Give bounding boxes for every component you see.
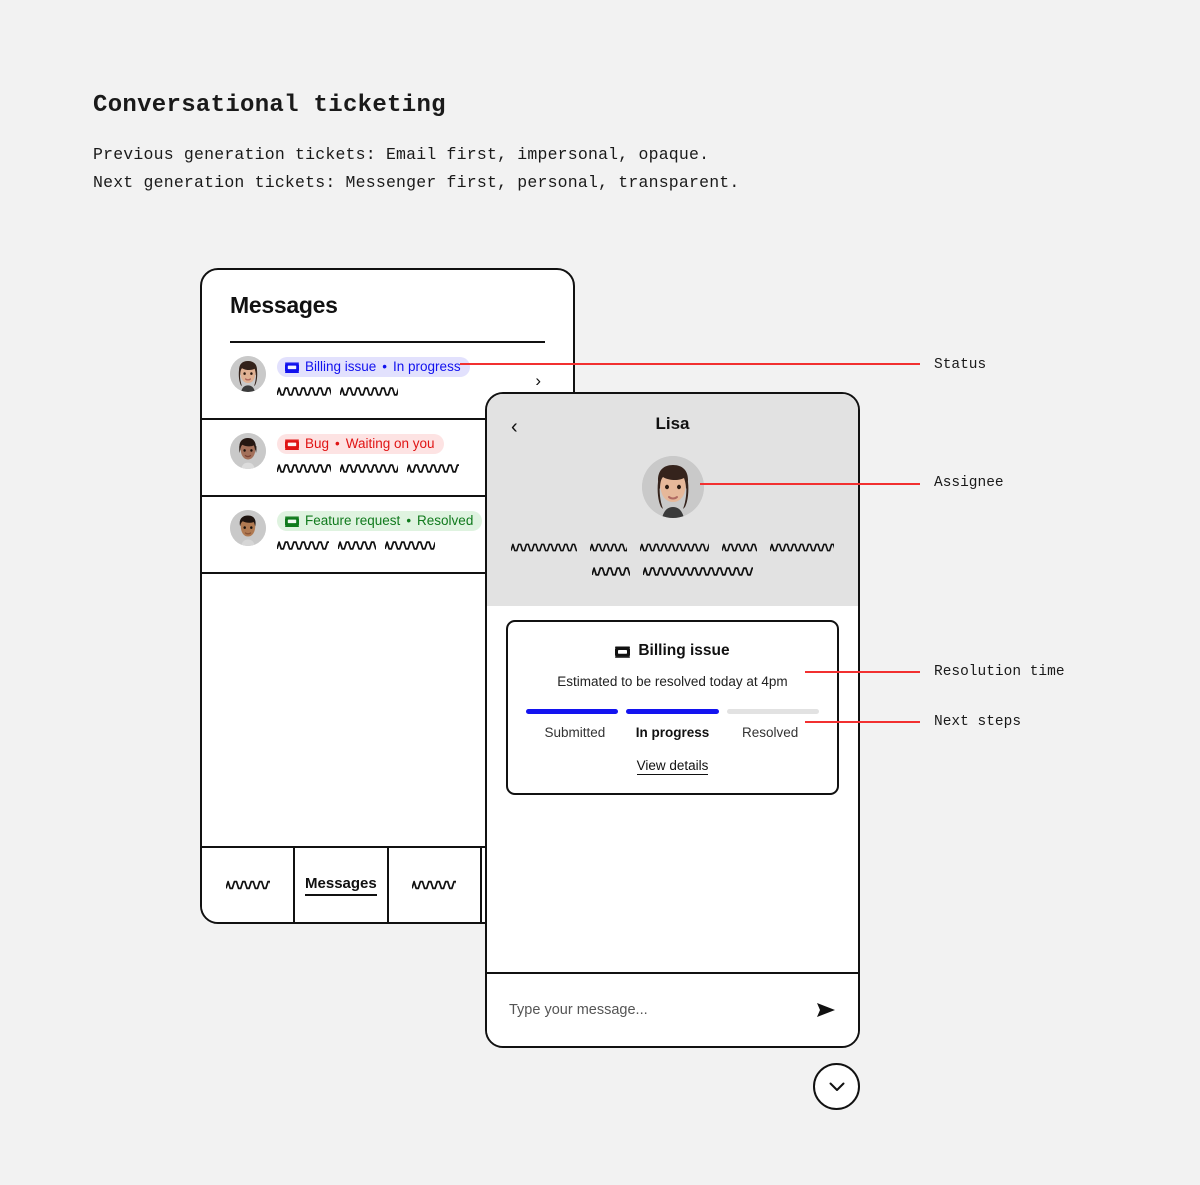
badge-separator: •: [382, 359, 388, 374]
annotation-label: Assignee: [934, 475, 1004, 491]
avatar: [230, 510, 266, 546]
annotation-label: Status: [934, 357, 987, 373]
avatar: [641, 456, 704, 518]
ticket-card-title: Billing issue: [638, 642, 730, 659]
progress-segment-todo: [726, 709, 819, 714]
ticket-status-card: Billing issue Estimated to be resolved t…: [506, 620, 839, 795]
conversation-panel: ‹ Lisa Billing issue Estimated to be res…: [485, 392, 860, 1048]
ticket-progress-steps: Submitted In progress Resolved: [526, 725, 819, 740]
page-subtitle: Previous generation tickets: Email first…: [93, 141, 740, 197]
placeholder-text-line: [511, 540, 835, 556]
badge-type: Feature request: [305, 513, 401, 528]
squiggle-placeholder-icon: [407, 463, 459, 473]
conversation-header: ‹ Lisa: [487, 394, 858, 606]
avatar: [230, 433, 266, 469]
messenger-launcher-button[interactable]: [813, 1063, 860, 1110]
squiggle-placeholder-icon: [643, 567, 753, 576]
nav-item-messages[interactable]: Messages: [295, 848, 389, 922]
nav-item-placeholder-0[interactable]: [202, 848, 296, 922]
status-badge: Bug • Waiting on you: [277, 434, 444, 454]
badge-type: Billing issue: [305, 359, 377, 374]
annotation-leader-line: [805, 721, 920, 723]
annotation-leader-line: [700, 483, 920, 485]
ticket-icon: [285, 515, 299, 527]
page-title: Conversational ticketing: [93, 92, 446, 119]
squiggle-placeholder-icon: [340, 386, 398, 396]
progress-segment-done: [526, 709, 619, 714]
nav-item-placeholder-2[interactable]: [389, 848, 482, 922]
message-composer: [487, 972, 858, 1046]
view-details-link[interactable]: View details: [636, 758, 709, 775]
progress-step-label: Submitted: [544, 725, 606, 740]
placeholder-text-line: [511, 564, 834, 580]
badge-type: Bug: [305, 436, 330, 451]
badge-separator: •: [406, 513, 412, 528]
annotation-label: Next steps: [934, 714, 1022, 730]
ticket-card-title-row: Billing issue: [526, 642, 819, 660]
ticket-icon: [285, 438, 299, 450]
squiggle-placeholder-icon: [769, 543, 835, 552]
ticket-icon: [285, 361, 299, 373]
nav-item-label: Messages: [305, 875, 377, 896]
squiggle-placeholder-icon: [412, 880, 457, 890]
progress-step-label: In progress: [635, 725, 710, 740]
conversation-placeholder-text: [511, 540, 835, 580]
annotation-label: Resolution time: [934, 664, 1065, 680]
squiggle-placeholder-icon: [511, 543, 577, 552]
squiggle-placeholder-icon: [722, 543, 757, 552]
ticket-icon: [615, 645, 631, 658]
conversation-body: Billing issue Estimated to be resolved t…: [487, 606, 858, 972]
status-badge: Feature request • Resolved: [277, 511, 483, 531]
badge-status: Waiting on you: [345, 436, 435, 451]
messages-panel-title: Messages: [230, 292, 338, 318]
page-header: Conversational ticketing Previous genera…: [93, 92, 740, 197]
chevron-left-icon[interactable]: ‹: [511, 417, 518, 437]
squiggle-placeholder-icon: [639, 543, 710, 552]
badge-status: In progress: [393, 359, 461, 374]
annotation-leader-line: [805, 671, 920, 673]
badge-separator: •: [335, 436, 340, 451]
avatar-woman-1: [641, 456, 704, 518]
ticket-progress-bar: [526, 709, 819, 714]
chevron-right-icon[interactable]: ›: [535, 371, 541, 391]
status-badge: Billing issue • In progress: [277, 357, 470, 377]
progress-step-label: Resolved: [742, 725, 799, 740]
chevron-down-icon: [829, 1082, 844, 1091]
squiggle-placeholder-icon: [338, 540, 376, 550]
squiggle-placeholder-icon: [589, 543, 627, 552]
squiggle-placeholder-icon: [277, 540, 329, 550]
squiggle-placeholder-icon: [277, 386, 331, 396]
resolution-time-text: Estimated to be resolved today at 4pm: [557, 674, 788, 689]
subtitle-line-2: Next generation tickets: Messenger first…: [93, 173, 740, 192]
badge-status: Resolved: [417, 513, 474, 528]
conversation-title: Lisa: [655, 414, 690, 433]
send-icon[interactable]: [816, 1001, 836, 1019]
squiggle-placeholder-icon: [385, 540, 435, 550]
annotation-leader-line: [460, 363, 920, 365]
message-input[interactable]: [509, 1002, 816, 1018]
squiggle-placeholder-icon: [277, 463, 331, 473]
avatar: [230, 356, 266, 392]
squiggle-placeholder-icon: [592, 567, 630, 576]
subtitle-line-1: Previous generation tickets: Email first…: [93, 145, 710, 164]
squiggle-placeholder-icon: [340, 463, 398, 473]
progress-segment-done: [626, 709, 719, 714]
squiggle-placeholder-icon: [225, 880, 270, 890]
